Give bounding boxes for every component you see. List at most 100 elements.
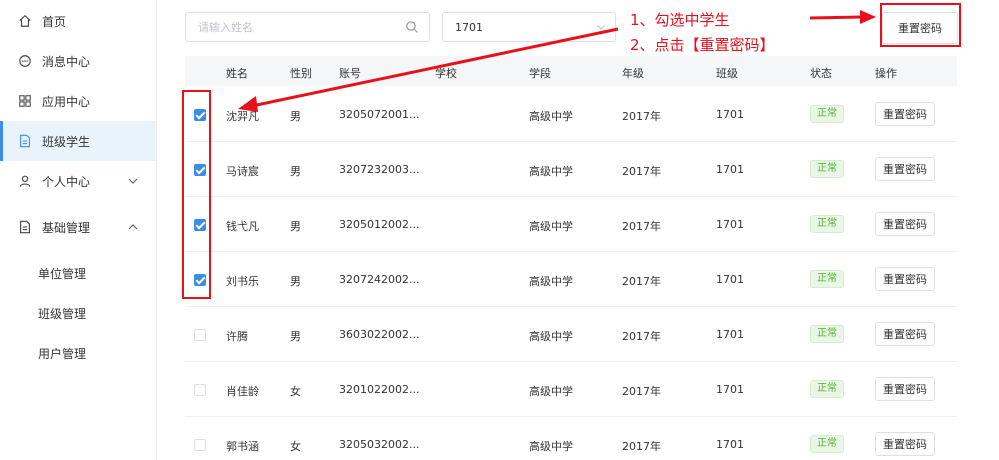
sidebar-item-class-students[interactable]: 班级学生 <box>0 121 156 161</box>
student-account: 3205072001... <box>339 108 420 121</box>
student-gender: 女 <box>290 385 301 398</box>
student-name: 马诗宸 <box>226 165 259 178</box>
student-class: 1701 <box>716 108 744 121</box>
annotation-step1: 1、勾选中学生 <box>630 11 730 29</box>
sidebar-item-label: 个人中心 <box>42 174 91 189</box>
student-stage: 高级中学 <box>529 110 573 123</box>
row-checkbox[interactable] <box>194 329 206 341</box>
document-icon <box>17 133 33 149</box>
student-account: 3207242002... <box>339 273 420 286</box>
table-row: 郭书涵 女 3205032002... 高级中学 2017年 1701 正常 重… <box>185 417 957 460</box>
table-row: 钱弋凡 男 3205012002... 高级中学 2017年 1701 正常 重… <box>185 197 957 252</box>
table-row: 沈羿凡 男 3205072001... 高级中学 2017年 1701 正常 重… <box>185 87 957 142</box>
annotation-arrow-to-button <box>809 15 863 20</box>
student-class: 1701 <box>716 273 744 286</box>
student-grade: 2017年 <box>622 165 661 178</box>
sidebar-item-personal-center[interactable]: 个人中心 <box>0 161 156 201</box>
row-reset-password-button[interactable]: 重置密码 <box>875 377 935 401</box>
sidebar-item-home[interactable]: 首页 <box>0 1 156 41</box>
student-stage: 高级中学 <box>529 275 573 288</box>
search-icon[interactable] <box>405 20 419 34</box>
column-header: 操作 <box>875 67 897 80</box>
table-row: 马诗宸 男 3207232003... 高级中学 2017年 1701 正常 重… <box>185 142 957 197</box>
student-account: 3205012002... <box>339 218 420 231</box>
chevron-down-icon <box>128 178 138 184</box>
row-reset-password-button[interactable]: 重置密码 <box>875 432 935 456</box>
row-reset-password-button[interactable]: 重置密码 <box>875 102 935 126</box>
student-grade: 2017年 <box>622 440 661 453</box>
student-name: 刘书乐 <box>226 275 259 288</box>
student-grade: 2017年 <box>622 275 661 288</box>
annotation-arrowhead <box>860 10 876 24</box>
row-reset-password-button[interactable]: 重置密码 <box>875 267 935 291</box>
row-reset-password-button[interactable]: 重置密码 <box>875 157 935 181</box>
student-account: 3205032002... <box>339 438 420 451</box>
row-reset-password-button[interactable]: 重置密码 <box>875 322 935 346</box>
student-grade: 2017年 <box>622 385 661 398</box>
row-reset-password-button[interactable]: 重置密码 <box>875 212 935 236</box>
row-checkbox[interactable] <box>194 439 206 451</box>
student-gender: 男 <box>290 220 301 233</box>
student-grade: 2017年 <box>622 220 661 233</box>
status-badge: 正常 <box>810 380 844 398</box>
student-grade: 2017年 <box>622 330 661 343</box>
table-row: 刘书乐 男 3207242002... 高级中学 2017年 1701 正常 重… <box>185 252 957 307</box>
column-header: 状态 <box>810 67 832 80</box>
student-gender: 男 <box>290 330 301 343</box>
sidebar-item-label: 班级学生 <box>42 134 91 149</box>
student-name: 钱弋凡 <box>226 220 259 233</box>
student-stage: 高级中学 <box>529 330 573 343</box>
status-badge: 正常 <box>810 325 844 343</box>
student-class: 1701 <box>716 218 744 231</box>
column-header: 账号 <box>339 67 361 80</box>
sidebar-item-apps[interactable]: 应用中心 <box>0 81 156 121</box>
sidebar-item-messages[interactable]: 消息中心 <box>0 41 156 81</box>
table-row: 肖佳龄 女 3201022002... 高级中学 2017年 1701 正常 重… <box>185 362 957 417</box>
sidebar-item-label: 基础管理 <box>42 220 91 235</box>
sidebar-item-basic-management[interactable]: 基础管理 <box>0 207 156 247</box>
student-gender: 男 <box>290 165 301 178</box>
column-header: 性别 <box>290 67 312 80</box>
chat-icon <box>17 53 33 69</box>
student-gender: 男 <box>290 275 301 288</box>
student-stage: 高级中学 <box>529 165 573 178</box>
sidebar-subitem-class-management[interactable]: 班级管理 <box>0 293 156 333</box>
annotation-step2: 2、点击【重置密码】 <box>630 36 775 54</box>
grid-icon <box>17 93 33 109</box>
user-icon <box>17 173 33 189</box>
status-badge: 正常 <box>810 105 844 123</box>
student-grade: 2017年 <box>622 110 661 123</box>
chevron-down-icon <box>597 25 605 30</box>
sidebar-item-label: 消息中心 <box>42 54 91 69</box>
sidebar-subitem-user-management[interactable]: 用户管理 <box>0 333 156 373</box>
sidebar-subitem-unit-management[interactable]: 单位管理 <box>0 253 156 293</box>
student-stage: 高级中学 <box>529 220 573 233</box>
student-name: 许腾 <box>226 330 248 343</box>
class-select-value: 1701 <box>455 21 483 34</box>
annotation-button-highlight <box>880 3 961 47</box>
student-stage: 高级中学 <box>529 440 573 453</box>
table-header: 姓名 性别 账号 学校 学段 年级 班级 状态 操作 <box>185 56 957 86</box>
sidebar-item-label: 首页 <box>42 14 67 29</box>
student-class: 1701 <box>716 163 744 176</box>
student-name: 郭书涵 <box>226 440 259 453</box>
column-header: 年级 <box>622 67 644 80</box>
column-header: 姓名 <box>226 67 248 80</box>
status-badge: 正常 <box>810 435 844 453</box>
student-account: 3201022002... <box>339 383 420 396</box>
student-account: 3207232003... <box>339 163 420 176</box>
sidebar-subitem-label: 班级管理 <box>38 306 87 321</box>
search-input[interactable] <box>198 19 398 35</box>
sidebar-item-label: 应用中心 <box>42 94 91 109</box>
student-class: 1701 <box>716 438 744 451</box>
column-header: 班级 <box>716 67 738 80</box>
student-account: 3603022002... <box>339 328 420 341</box>
row-checkbox[interactable] <box>194 384 206 396</box>
student-stage: 高级中学 <box>529 385 573 398</box>
status-badge: 正常 <box>810 215 844 233</box>
chevron-up-icon <box>128 224 138 230</box>
file-icon <box>17 219 33 235</box>
class-select[interactable]: 1701 <box>442 12 616 42</box>
table-row: 许腾 男 3603022002... 高级中学 2017年 1701 正常 重置… <box>185 307 957 362</box>
home-icon <box>17 13 33 29</box>
